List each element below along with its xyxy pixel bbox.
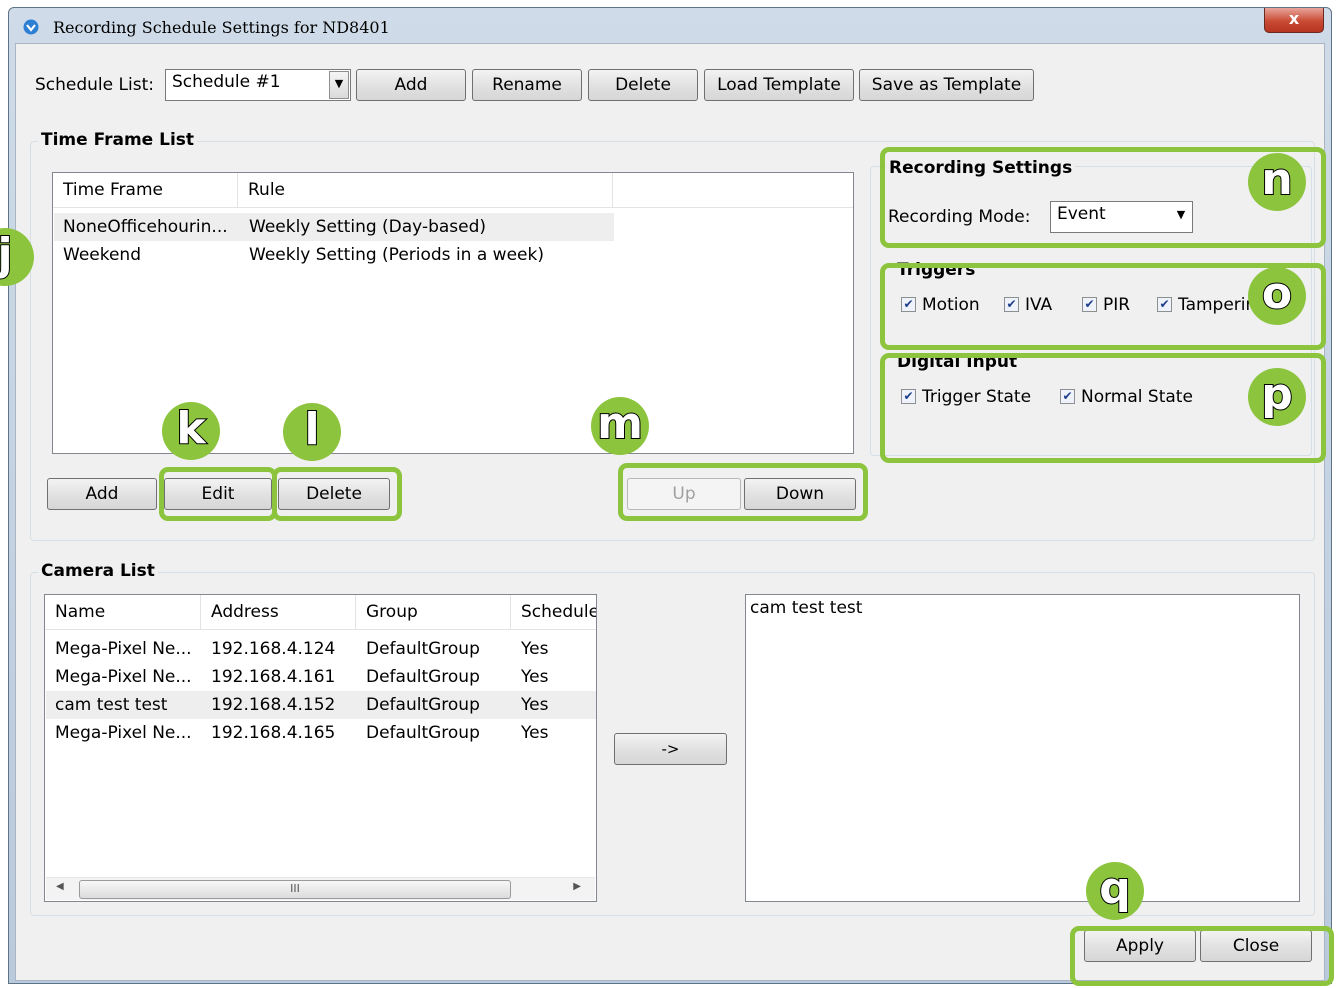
time-frame-name: NoneOfficehourin... [63, 217, 228, 237]
time-frame-list-header: Time Frame Rule [53, 173, 853, 208]
camera-name: Mega-Pixel Ne... [55, 639, 192, 659]
camera-address: 192.168.4.124 [211, 639, 336, 659]
camera-row[interactable]: cam test test 192.168.4.152 DefaultGroup… [46, 691, 596, 719]
column-header-schedule[interactable]: Schedule [511, 595, 596, 629]
schedule-selected-value: Schedule #1 [172, 72, 281, 92]
camera-row[interactable]: Mega-Pixel Ne... 192.168.4.165 DefaultGr… [46, 719, 596, 747]
window-close-button[interactable]: x [1264, 8, 1324, 33]
camera-schedule: Yes [521, 667, 549, 687]
callout-badge-k: k [162, 402, 220, 460]
scroll-right-icon[interactable]: ▶ [573, 881, 581, 892]
time-frame-rule: Weekly Setting (Periods in a week) [249, 245, 544, 265]
app-logo-icon [23, 19, 39, 35]
camera-name: Mega-Pixel Ne... [55, 667, 192, 687]
camera-list[interactable]: Name Address Group Schedule Mega-Pixel N… [44, 594, 597, 902]
camera-row[interactable]: Mega-Pixel Ne... 192.168.4.124 DefaultGr… [46, 635, 596, 663]
column-header-address[interactable]: Address [201, 595, 356, 629]
schedule-rename-button[interactable]: Rename [472, 69, 582, 101]
chevron-down-icon[interactable]: ▼ [329, 71, 349, 99]
column-header-group[interactable]: Group [356, 595, 511, 629]
time-frame-add-button[interactable]: Add [47, 478, 157, 510]
schedule-delete-button[interactable]: Delete [588, 69, 698, 101]
load-template-button[interactable]: Load Template [704, 69, 854, 101]
callout-badge-p: p [1248, 368, 1306, 426]
schedule-add-button[interactable]: Add [356, 69, 466, 101]
schedule-select[interactable]: Schedule #1 ▼ [165, 69, 351, 101]
column-header-name[interactable]: Name [45, 595, 201, 629]
camera-list-hscrollbar[interactable]: ◀ III ▶ [46, 877, 595, 900]
camera-list-header: Name Address Group Schedule [45, 595, 596, 630]
callout-highlight-m [618, 463, 868, 521]
camera-schedule: Yes [521, 723, 549, 743]
camera-group: DefaultGroup [366, 723, 480, 743]
camera-schedule: Yes [521, 639, 549, 659]
time-frame-row[interactable]: NoneOfficehourin... Weekly Setting (Day-… [54, 213, 614, 241]
window-title: Recording Schedule Settings for ND8401 [53, 18, 390, 37]
callout-badge-q: q [1086, 862, 1144, 920]
selected-camera-list[interactable]: cam test test [745, 594, 1300, 902]
callout-highlight-l [272, 467, 402, 521]
schedule-list-label: Schedule List: [35, 75, 154, 95]
time-frame-name: Weekend [63, 245, 141, 265]
camera-address: 192.168.4.152 [211, 695, 336, 715]
camera-group: DefaultGroup [366, 667, 480, 687]
camera-row[interactable]: Mega-Pixel Ne... 192.168.4.161 DefaultGr… [46, 663, 596, 691]
camera-list-title: Camera List [38, 561, 158, 581]
column-header-rule[interactable]: Rule [238, 173, 613, 207]
selected-camera-item[interactable]: cam test test [750, 598, 862, 618]
title-bar[interactable]: Recording Schedule Settings for ND8401 x [9, 8, 1331, 44]
time-frame-row[interactable]: Weekend Weekly Setting (Periods in a wee… [54, 241, 614, 269]
column-header-time-frame[interactable]: Time Frame [53, 173, 238, 207]
camera-address: 192.168.4.165 [211, 723, 336, 743]
camera-name: Mega-Pixel Ne... [55, 723, 192, 743]
scroll-thumb[interactable]: III [79, 880, 511, 899]
camera-name: cam test test [55, 695, 168, 715]
callout-badge-m: m [591, 397, 649, 455]
time-frame-group-title: Time Frame List [38, 130, 198, 150]
assign-camera-button[interactable]: -> [614, 733, 727, 765]
callout-badge-l: l [283, 403, 341, 461]
camera-group: DefaultGroup [366, 639, 480, 659]
scroll-left-icon[interactable]: ◀ [56, 881, 64, 892]
callout-highlight-q [1070, 926, 1334, 986]
save-as-template-button[interactable]: Save as Template [859, 69, 1034, 101]
camera-address: 192.168.4.161 [211, 667, 336, 687]
callout-highlight-k [159, 467, 277, 521]
camera-group: DefaultGroup [366, 695, 480, 715]
callout-badge-o: o [1248, 267, 1306, 325]
time-frame-rule: Weekly Setting (Day-based) [249, 217, 487, 237]
camera-schedule: Yes [521, 695, 549, 715]
callout-badge-n: n [1248, 153, 1306, 211]
